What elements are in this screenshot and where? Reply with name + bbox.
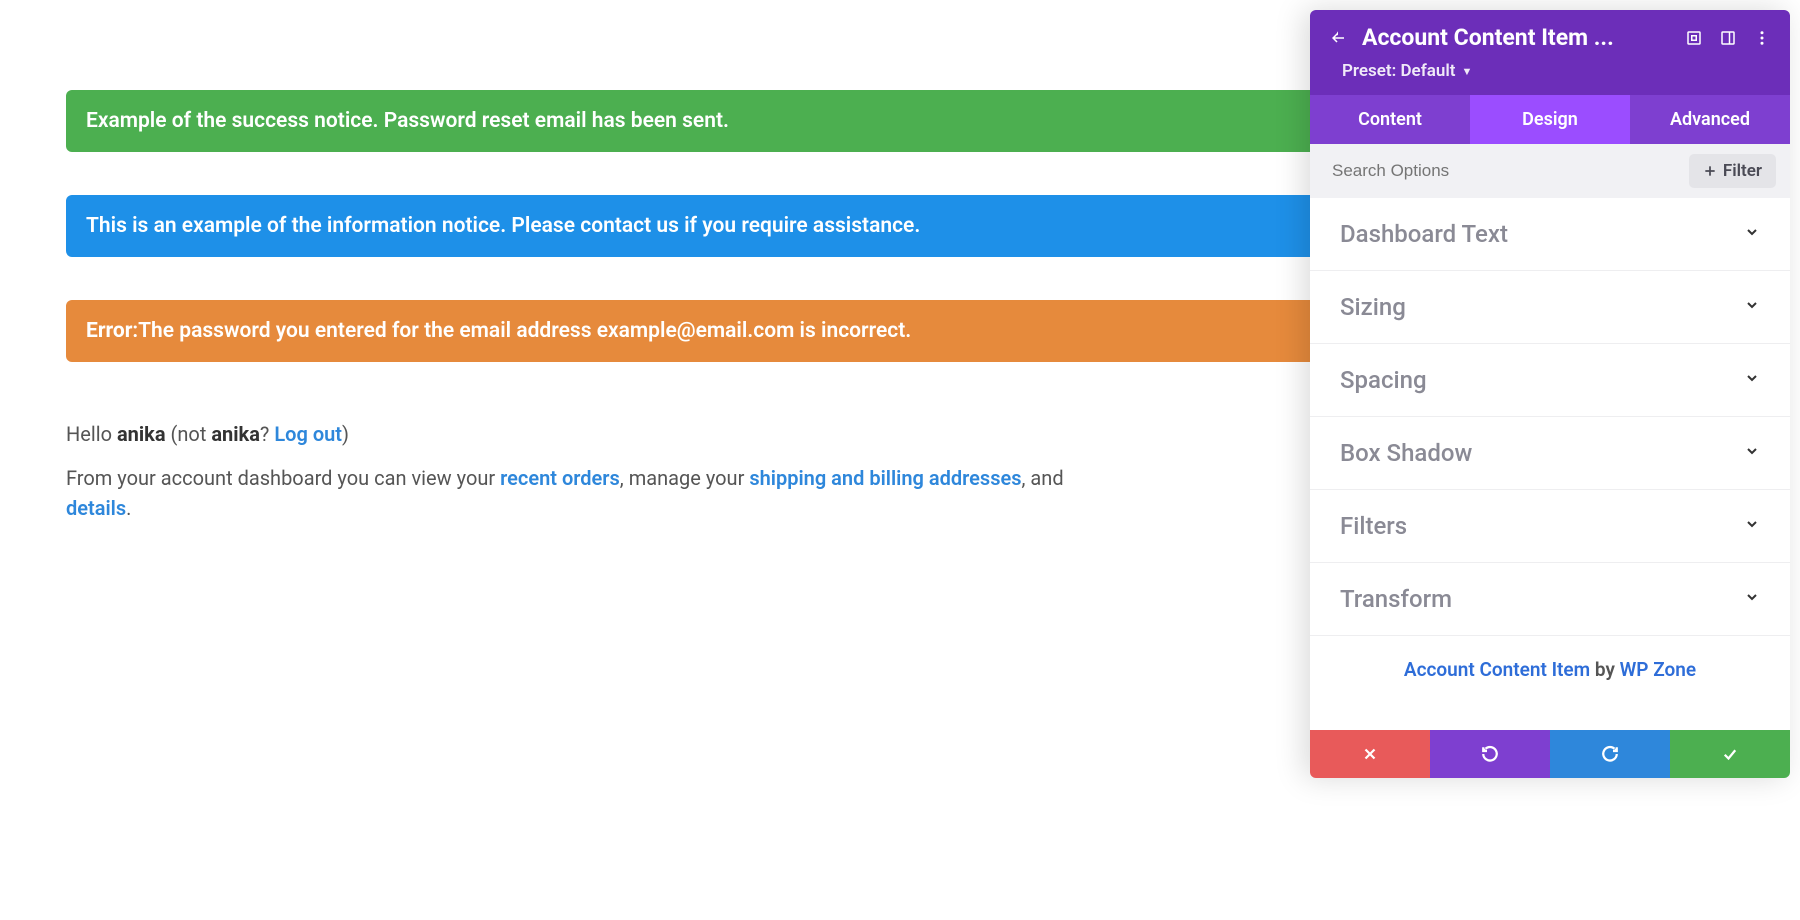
author-link[interactable]: WP Zone [1620,658,1696,681]
chevron-down-icon [1744,224,1760,244]
option-label: Filters [1340,512,1407,540]
expand-icon[interactable] [1684,28,1704,48]
mid2: , and [1022,466,1064,490]
not-suffix: ? [260,422,274,446]
option-transform[interactable]: Transform [1310,563,1790,636]
panel-title-row: Account Content Item ... [1310,10,1790,57]
preset-label: Preset: Default [1342,61,1455,81]
option-dashboard-text[interactable]: Dashboard Text [1310,198,1790,271]
chevron-down-icon [1744,516,1760,536]
chevron-down-icon [1744,589,1760,609]
option-filters[interactable]: Filters [1310,490,1790,563]
filter-button[interactable]: Filter [1689,154,1776,188]
tab-design[interactable]: Design [1470,95,1630,144]
logout-link[interactable]: Log out [274,422,342,446]
notice-info-text: This is an example of the information no… [86,214,920,238]
intro-text: From your account dashboard you can view… [66,466,500,490]
not-username: anika [211,422,260,446]
addresses-link[interactable]: shipping and billing addresses [749,466,1021,490]
confirm-button[interactable] [1670,730,1790,778]
settings-panel: Account Content Item ... Preset: Default… [1310,10,1790,778]
not-prefix: (not [166,422,212,446]
option-label: Box Shadow [1340,439,1472,467]
dock-icon[interactable] [1718,28,1738,48]
tab-content[interactable]: Content [1310,95,1470,144]
module-link[interactable]: Account Content Item [1404,658,1590,681]
option-sizing[interactable]: Sizing [1310,271,1790,344]
option-label: Dashboard Text [1340,220,1508,248]
panel-tabs: Content Design Advanced [1310,95,1790,144]
notice-error-text: :The password you entered for the email … [132,319,911,343]
preset-selector[interactable]: Preset: Default ▼ [1310,57,1790,95]
option-label: Sizing [1340,293,1406,321]
search-input[interactable] [1324,157,1689,185]
greeting-prefix: Hello [66,422,117,446]
credits-by: by [1590,658,1619,681]
chevron-down-icon [1744,443,1760,463]
panel-options: Dashboard Text Sizing Spacing Box Shadow… [1310,198,1790,730]
undo-button[interactable] [1430,730,1550,778]
option-label: Transform [1340,585,1452,613]
account-details-link[interactable]: details [66,496,126,520]
cancel-button[interactable] [1310,730,1430,778]
more-icon[interactable] [1752,28,1772,48]
panel-footer [1310,730,1790,778]
chevron-down-icon [1744,297,1760,317]
option-spacing[interactable]: Spacing [1310,344,1790,417]
panel-search-row: Filter [1310,144,1790,198]
redo-button[interactable] [1550,730,1670,778]
tab-advanced[interactable]: Advanced [1630,95,1790,144]
notice-success-text: Example of the success notice. Password … [86,109,729,133]
mid1: , manage your [620,466,750,490]
option-box-shadow[interactable]: Box Shadow [1310,417,1790,490]
filter-label: Filter [1723,161,1762,181]
recent-orders-link[interactable]: recent orders [500,466,620,490]
closing-paren: ) [342,422,349,446]
username: anika [117,422,166,446]
period: . [126,496,131,520]
back-icon[interactable] [1328,28,1348,48]
panel-header: Account Content Item ... Preset: Default… [1310,10,1790,144]
panel-title: Account Content Item ... [1362,24,1670,51]
caret-down-icon: ▼ [1461,65,1472,78]
chevron-down-icon [1744,370,1760,390]
option-label: Spacing [1340,366,1427,394]
notice-error-label: Error [86,319,132,343]
panel-credits: Account Content Item by WP Zone [1310,636,1790,711]
